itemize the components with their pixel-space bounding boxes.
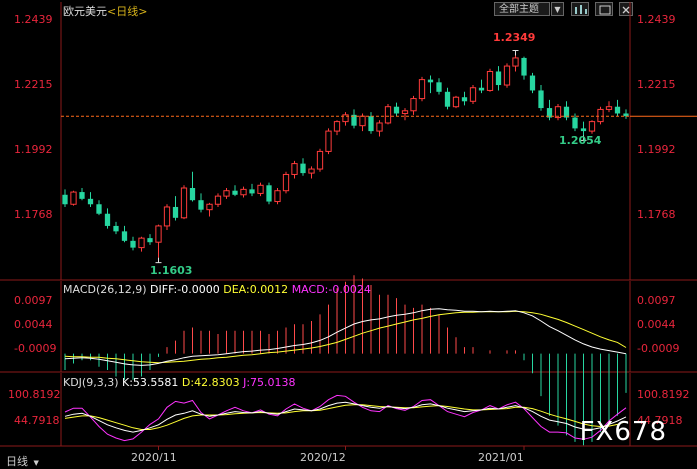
kdj-d-label: D:42.8303 [181,376,240,389]
candle-body [113,225,119,232]
kdj-title: KDJ(9,3,3) [63,376,119,389]
kdj-ytick-right-1: 100.8192 [637,388,690,401]
price-ytick-left-2: 1.2215 [14,78,53,91]
watermark-logo: FX678 [579,417,667,447]
candle-body [572,117,578,129]
candle-body [521,57,527,76]
candle-body [147,238,153,243]
candle-body [316,150,324,170]
candle-body [401,110,409,114]
candle-body [257,184,264,194]
candle-body [469,87,477,102]
candle-body [266,185,272,202]
candle-body [274,190,281,203]
candle-body [163,206,171,227]
macd-ytick-left-1: 0.0097 [14,294,53,307]
candle-body [495,71,502,86]
kdj-k-label: K:53.5581 [122,376,179,389]
kdj-ytick-left-2: 44.7918 [14,414,60,427]
xtick-2020-12: 2020/12 [300,451,346,464]
xtick-2021-01: 2021/01 [478,451,524,464]
candle-body [104,213,111,226]
candle-body [436,82,442,92]
candle-body [444,91,451,107]
price-ytick-left-4: 1.1768 [14,208,53,221]
candle-body [291,163,298,175]
macd-diff-label: DIFF:-0.0000 [150,283,220,296]
candle-body [232,190,238,195]
chart-canvas [0,2,697,450]
candle-body [70,191,77,205]
candle-body [580,128,587,132]
candle-body [384,106,392,124]
candle-body [240,188,247,196]
price-ytick-right-1: 1.2439 [637,13,676,26]
macd-legend: MACD(26,12,9) DIFF:-0.0000 DEA:0.0012 MA… [63,283,371,296]
candle-body [189,188,196,201]
candle-body [588,121,596,132]
macd-ytick-right-1: 0.0097 [637,294,676,307]
candle-body [121,231,128,241]
kdj-ytick-left-1: 100.8192 [8,388,61,401]
price-ytick-right-2: 1.2215 [637,78,676,91]
chevron-down-icon: ▼ [33,459,39,467]
candle-body [138,237,145,249]
candle-body [452,96,460,108]
candle-body [538,90,544,109]
macd-macd-label: MACD:-0.0024 [291,283,371,296]
macd-ytick-right-2: 0.0044 [637,318,676,331]
candle-body [62,194,68,205]
candle-body [96,204,102,214]
candle-body [359,115,366,127]
period-button-label: 日线 [6,455,28,468]
candle-body [308,168,315,174]
candle-body [461,97,468,102]
candle-body [512,57,519,67]
candle-body [503,65,511,86]
price-ytick-left-1: 1.2439 [14,13,53,26]
macd-title: MACD(26,12,9) [63,283,147,296]
candle-body [614,106,621,114]
candle-body [478,87,485,91]
price-ytick-right-3: 1.1992 [637,143,676,156]
candle-body [198,200,204,210]
candle-body [486,70,494,91]
price-ytick-left-3: 1.1992 [14,143,53,156]
low-annotation: 1.1603 [150,264,193,277]
candle-body [79,192,85,199]
macd-ytick-left-2: 0.0044 [14,318,53,331]
price-ytick-right-4: 1.1768 [637,208,676,221]
candle-body [410,98,417,112]
candle-body [333,121,341,132]
candle-body [427,79,434,83]
candle-body [249,189,255,194]
candle-body [180,187,188,219]
kdj-j-label: J:75.0138 [243,376,296,389]
candle-body [597,108,604,123]
candle-body [223,190,230,197]
candle-body [87,198,94,205]
macd-ytick-left-3: -0.0009 [14,342,57,355]
candle-body [130,240,136,248]
candle-body [368,116,374,132]
candle-body [155,225,162,243]
kdj-legend: KDJ(9,3,3) K:53.5581 D:42.8303 J:75.0138 [63,376,296,389]
macd-dea-label: DEA:0.0012 [223,283,289,296]
high-annotation: 1.2349 [493,31,536,44]
candle-body [529,75,536,91]
candle-body [206,203,213,211]
candle-body [172,206,179,218]
candle-body [393,106,400,114]
swing-low-annotation: 1.2054 [559,134,602,147]
candle-body [605,106,613,110]
candle-body [300,163,306,174]
candle-body [282,173,290,192]
xtick-2020-11: 2020/11 [131,451,177,464]
candle-body [214,195,222,205]
candle-body [376,122,383,132]
macd-ytick-right-3: -0.0009 [637,342,680,355]
candle-body [325,130,332,152]
candle-body [418,79,426,100]
